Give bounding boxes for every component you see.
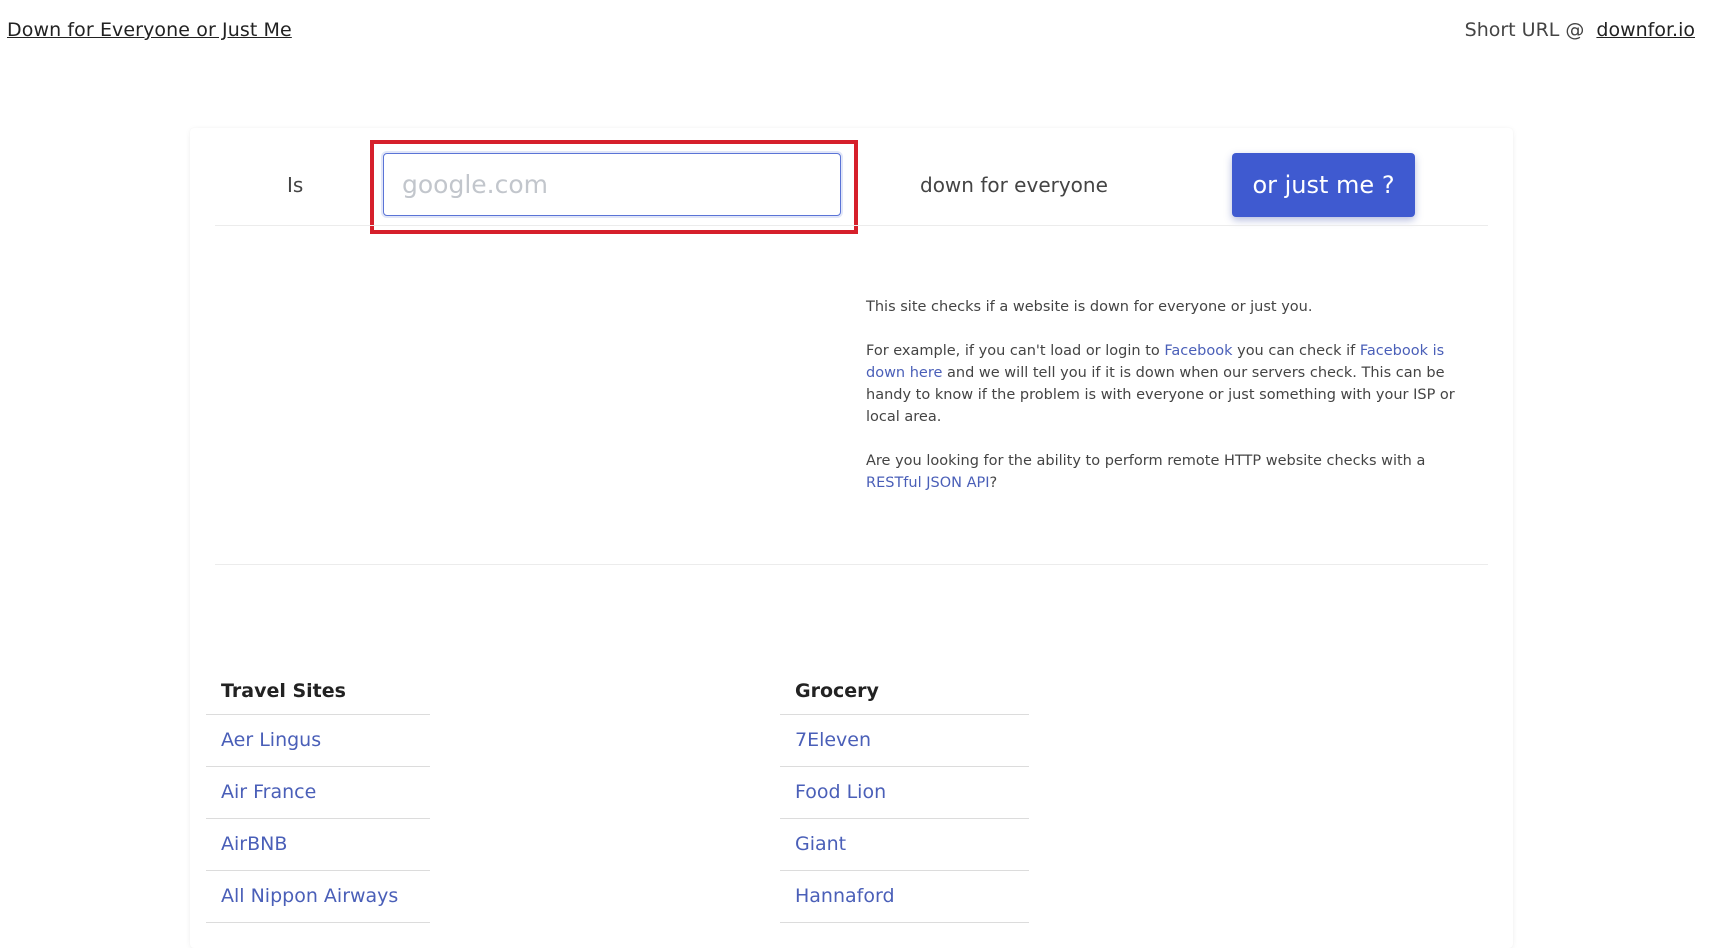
is-label: Is [287, 173, 304, 197]
list-item[interactable]: Hannaford [780, 871, 1029, 923]
search-row: Is down for everyone or just me ? [190, 128, 1513, 248]
category-travel-sites: Travel Sites Aer Lingus Air France AirBN… [206, 668, 430, 923]
down-for-everyone-label: down for everyone [920, 173, 1108, 197]
restful-api-link[interactable]: RESTful JSON API [866, 475, 990, 491]
divider-middle [215, 564, 1488, 565]
short-url-link[interactable]: downfor.io [1596, 19, 1695, 41]
divider-top [215, 225, 1488, 226]
category-grocery: Grocery 7Eleven Food Lion Giant Hannafor… [780, 668, 1029, 923]
category-heading: Grocery [780, 668, 1029, 715]
list-item[interactable]: Air France [206, 767, 430, 819]
info-example-text: you can check if [1232, 343, 1360, 359]
brand-link[interactable]: Down for Everyone or Just Me [7, 19, 292, 41]
info-intro: This site checks if a website is down fo… [866, 299, 1313, 315]
facebook-link[interactable]: Facebook [1164, 343, 1232, 359]
url-input[interactable] [383, 153, 841, 216]
list-item[interactable]: AirBNB [206, 819, 430, 871]
info-api: Are you looking for the ability to perfo… [866, 450, 1481, 494]
or-just-me-button[interactable]: or just me ? [1232, 153, 1415, 217]
info-api-text: ? [989, 475, 998, 491]
main-card: Is down for everyone or just me ? This s… [190, 128, 1513, 948]
short-url-label: Short URL @ [1464, 19, 1585, 41]
info-example: For example, if you can't load or login … [866, 340, 1481, 428]
short-url: Short URL @ downfor.io [1465, 19, 1695, 41]
info-api-text: Are you looking for the ability to perfo… [866, 453, 1426, 469]
list-item[interactable]: Aer Lingus [206, 715, 430, 767]
list-item[interactable]: Giant [780, 819, 1029, 871]
category-heading: Travel Sites [206, 668, 430, 715]
info-example-text: and we will tell you if it is down when … [866, 365, 1455, 425]
list-item[interactable]: All Nippon Airways [206, 871, 430, 923]
list-item[interactable]: Food Lion [780, 767, 1029, 819]
list-item[interactable]: 7Eleven [780, 715, 1029, 767]
info-section: This site checks if a website is down fo… [866, 296, 1481, 516]
top-bar: Down for Everyone or Just Me Short URL @… [0, 0, 1723, 64]
info-example-text: For example, if you can't load or login … [866, 343, 1165, 359]
